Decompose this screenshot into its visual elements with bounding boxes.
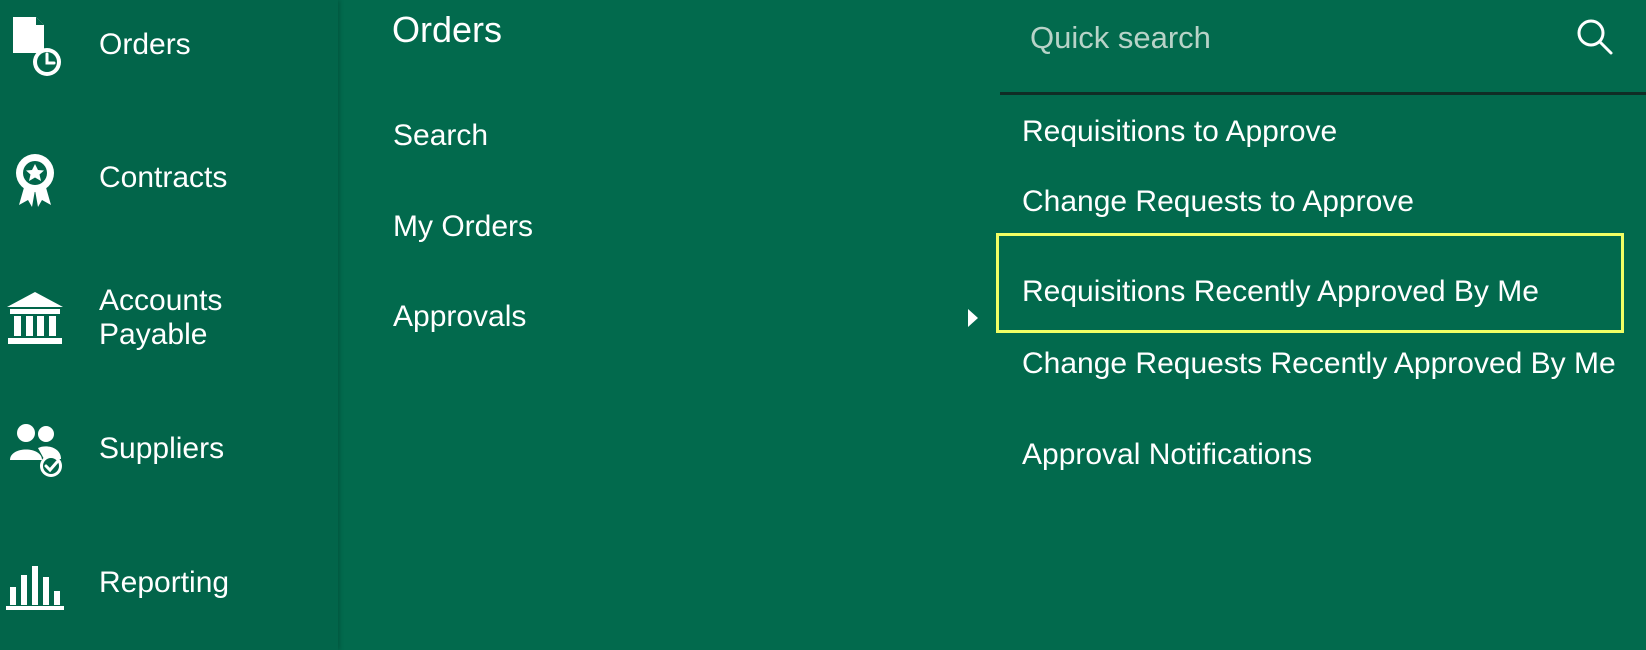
sidebar-item-reporting[interactable]: Reporting <box>0 538 338 628</box>
quick-search-bar <box>1000 0 1646 95</box>
sidebar-item-label: Suppliers <box>99 432 225 465</box>
orders-menu-item-my-orders[interactable]: My Orders <box>393 209 533 245</box>
bar-chart-icon <box>4 552 66 614</box>
approvals-item-approval-notifications[interactable]: Approval Notifications <box>1022 436 1632 474</box>
sidebar-item-accounts-payable[interactable]: Accounts Payable <box>0 268 338 368</box>
orders-menu-item-approvals[interactable]: Approvals <box>393 299 526 335</box>
sidebar-item-label: Reporting <box>99 566 230 599</box>
users-check-icon <box>4 418 66 480</box>
approvals-item-requisitions-to-approve[interactable]: Requisitions to Approve <box>1022 113 1632 151</box>
search-divider <box>1000 92 1646 95</box>
sidebar-item-label: Contracts <box>99 161 228 194</box>
submenu-arrow-icon <box>968 309 978 327</box>
sidebar-item-label: Accounts Payable <box>99 284 223 351</box>
sidebar-item-label: Orders <box>99 28 191 61</box>
page-title: Orders <box>392 9 503 50</box>
sidebar-item-orders[interactable]: Orders <box>0 0 338 90</box>
sidebar: Orders Contracts Accounts Payable Suppli… <box>0 0 338 650</box>
search-icon[interactable] <box>1574 16 1616 58</box>
sidebar-item-contracts[interactable]: Contracts <box>0 133 338 223</box>
orders-clock-icon <box>4 14 66 76</box>
sidebar-item-suppliers[interactable]: Suppliers <box>0 404 338 494</box>
bank-building-icon <box>4 287 66 349</box>
orders-menu-item-search[interactable]: Search <box>393 118 488 154</box>
search-input[interactable] <box>1028 12 1552 64</box>
award-ribbon-icon <box>4 147 66 209</box>
approvals-item-requisitions-recently-approved[interactable]: Requisitions Recently Approved By Me <box>1022 273 1632 311</box>
approvals-item-change-requests-to-approve[interactable]: Change Requests to Approve <box>1022 183 1632 221</box>
approvals-item-change-requests-recently-approved[interactable]: Change Requests Recently Approved By Me <box>1022 345 1632 383</box>
